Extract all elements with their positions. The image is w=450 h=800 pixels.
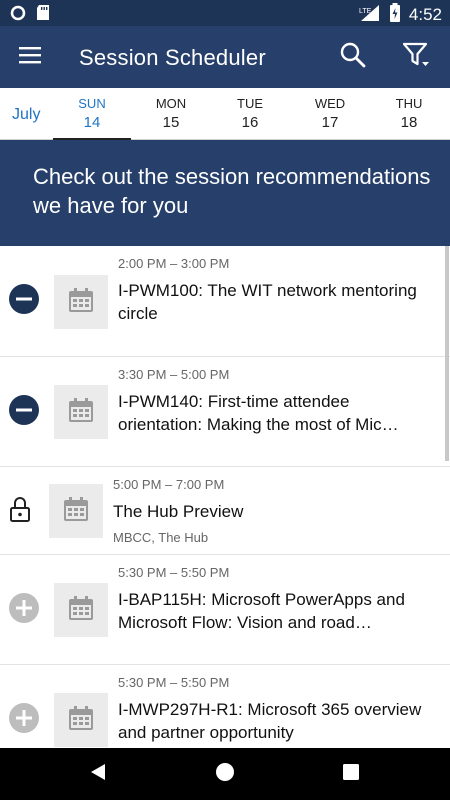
add-session-button[interactable]: [8, 592, 40, 628]
session-thumbnail: [54, 385, 108, 439]
calendar-icon: [68, 397, 94, 428]
system-nav-bar: [0, 748, 450, 800]
session-time: 3:30 PM – 5:00 PM: [118, 367, 230, 382]
filter-button[interactable]: [397, 37, 437, 77]
session-title: I-MWP297H-R1: Microsoft 365 overview and…: [118, 700, 422, 742]
session-title: I-PWM140: First-time attendee orientatio…: [118, 392, 399, 434]
session-item[interactable]: 5:30 PM – 5:50 PM I-MWP297H-R1: Microsof…: [0, 665, 450, 748]
session-title: I-PWM100: The WIT network mentoring circ…: [118, 281, 417, 323]
status-bar: LTE 4:52: [0, 0, 450, 26]
remove-session-button[interactable]: [8, 283, 40, 319]
svg-text:LTE: LTE: [359, 8, 372, 15]
search-button[interactable]: [333, 37, 373, 77]
day-number: 18: [400, 114, 418, 131]
lock-icon: [9, 496, 31, 527]
session-item[interactable]: 5:00 PM – 7:00 PM The Hub Preview MBCC, …: [0, 467, 450, 555]
banner-text: Check out the session recommendations we…: [33, 164, 431, 218]
add-icon: [9, 592, 39, 628]
day-of-week: SUN: [78, 96, 106, 111]
calendar-icon: [68, 705, 94, 736]
signal-lte-icon: LTE: [359, 4, 381, 27]
add-session-button[interactable]: [8, 702, 40, 738]
recents-button[interactable]: [337, 760, 365, 788]
remove-icon: [9, 394, 39, 430]
day-tab-wed[interactable]: WED 17: [291, 88, 369, 140]
filter-icon: [402, 42, 431, 73]
session-location: MBCC, The Hub: [113, 530, 209, 545]
day-tab-sun[interactable]: SUN 14: [53, 88, 131, 140]
session-title: The Hub Preview: [113, 502, 244, 521]
session-time: 5:00 PM – 7:00 PM: [113, 477, 225, 492]
session-thumbnail: [54, 693, 108, 747]
day-number: 17: [321, 114, 339, 131]
calendar-icon: [68, 287, 94, 318]
battery-icon: [389, 3, 401, 27]
session-title: I-BAP115H: Microsoft PowerApps and Micro…: [118, 590, 405, 632]
search-icon: [340, 42, 366, 73]
add-icon: [9, 702, 39, 738]
recents-square-icon: [342, 763, 360, 786]
day-of-week: MON: [155, 96, 187, 111]
day-number: 15: [162, 114, 180, 131]
hamburger-icon: [19, 46, 41, 69]
calendar-icon: [68, 595, 94, 626]
session-thumbnail: [54, 275, 108, 329]
session-list: 2:00 PM – 3:00 PM I-PWM100: The WIT netw…: [0, 246, 450, 748]
month-label: July: [12, 106, 41, 123]
date-strip: July SUN 14 MON 15 TUE 16 WED 17 THU 18: [0, 88, 450, 140]
remove-icon: [9, 283, 39, 319]
calendar-icon: [63, 496, 89, 527]
day-of-week: TUE: [237, 96, 263, 111]
recommendations-banner[interactable]: Check out the session recommendations we…: [0, 140, 450, 246]
status-time: 4:52: [408, 5, 442, 24]
menu-button[interactable]: [10, 37, 50, 77]
session-time: 5:30 PM – 5:50 PM: [118, 565, 230, 580]
session-thumbnail: [54, 583, 108, 637]
session-time: 5:30 PM – 5:50 PM: [118, 675, 230, 690]
day-tab-thu[interactable]: THU 18: [370, 88, 448, 140]
session-item[interactable]: 5:30 PM – 5:50 PM I-BAP115H: Microsoft P…: [0, 555, 450, 665]
session-time: 2:00 PM – 3:00 PM: [118, 256, 230, 271]
locked-session-indicator: [4, 495, 36, 527]
home-circle-icon: [215, 762, 235, 787]
day-number: 16: [241, 114, 259, 131]
session-thumbnail: [49, 484, 103, 538]
session-item[interactable]: 3:30 PM – 5:00 PM I-PWM140: First-time a…: [0, 357, 450, 467]
page-title: Session Scheduler: [79, 45, 266, 70]
remove-session-button[interactable]: [8, 394, 40, 430]
scrollbar[interactable]: [445, 246, 449, 461]
day-number: 14: [83, 114, 101, 131]
day-of-week: WED: [314, 96, 346, 111]
sd-card-icon: [36, 4, 50, 26]
back-button[interactable]: [84, 760, 112, 788]
notification-circle-icon: [10, 5, 26, 26]
day-tab-mon[interactable]: MON 15: [132, 88, 210, 140]
back-triangle-icon: [89, 762, 107, 787]
day-tab-tue[interactable]: TUE 16: [211, 88, 289, 140]
home-button[interactable]: [211, 760, 239, 788]
day-of-week: THU: [395, 96, 423, 111]
app-bar: Session Scheduler: [0, 26, 450, 88]
session-item[interactable]: 2:00 PM – 3:00 PM I-PWM100: The WIT netw…: [0, 246, 450, 357]
